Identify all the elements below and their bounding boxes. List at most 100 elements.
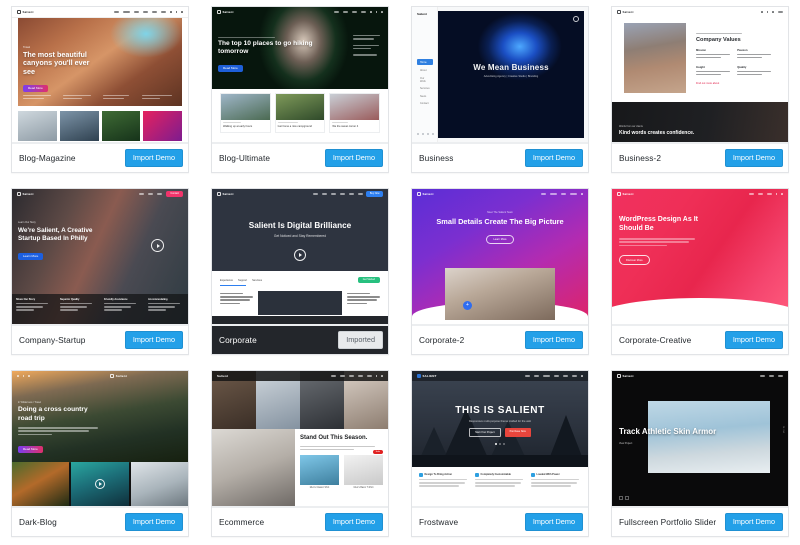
hero-cta-button[interactable]: Learn More <box>18 252 44 260</box>
plus-hotspot-icon[interactable]: + <box>463 301 472 310</box>
demo-card-business-2[interactable]: Salient Company Values Mission Passion I… <box>611 6 789 173</box>
hero-cta-button[interactable]: Read More <box>18 445 43 453</box>
demo-card-business[interactable]: Salient Home About Our Work Services New… <box>411 6 589 173</box>
tab-list[interactable]: Experience Support Services <box>220 279 262 282</box>
linkedin-icon[interactable] <box>431 132 435 135</box>
hero-headline: THIS IS SALIENT <box>455 405 545 416</box>
facebook-icon[interactable] <box>417 132 420 135</box>
hero-cta-button[interactable]: Read More <box>23 85 48 93</box>
post-card[interactable]: Get home a nice campground <box>274 93 326 133</box>
post-title: Get home a nice campground <box>277 125 312 129</box>
preview-nav <box>330 375 383 377</box>
sidebar-nav[interactable]: Home About Our Work Services News Contac… <box>417 59 433 106</box>
import-demo-button[interactable]: Import Demo <box>724 513 783 531</box>
import-demo-button[interactable]: Import Demo <box>124 331 183 349</box>
product-section: Stand Out This Season. Men's Classic Shi… <box>212 429 388 506</box>
import-demo-button[interactable]: Import Demo <box>524 331 583 349</box>
import-demo-button[interactable]: Import Demo <box>724 149 783 167</box>
demo-thumbnail[interactable]: Salient The top 10 places to go hiking t… <box>212 7 388 143</box>
sidebar-item-services[interactable]: Services <box>417 86 433 91</box>
demo-card-frostwave[interactable]: THIS IS SALIENT Responsive multi-purpose… <box>411 370 589 537</box>
import-demo-button[interactable]: Import Demo <box>324 513 383 531</box>
demo-card-dark-blog[interactable]: Salient In Wilderness / Travel Doing a c… <box>11 370 189 537</box>
card-footer: Ecommerce Import Demo <box>212 507 388 536</box>
demo-card-fullscreen-portfolio-slider[interactable]: Salient Track Athletic Skin Armor View P… <box>611 370 789 537</box>
get-started-badge[interactable]: Get Started <box>357 277 380 284</box>
import-demo-button[interactable]: Import Demo <box>124 513 183 531</box>
social-icons[interactable] <box>17 375 30 377</box>
demo-card-corporate-creative[interactable]: Salient WordPress Design As It Should Be… <box>611 188 789 355</box>
hero-side-links <box>353 35 383 57</box>
hero-subhead: Get Noticed and Stay Remembered <box>273 233 327 238</box>
demo-thumbnail[interactable]: Salient Track Athletic Skin Armor View P… <box>612 371 788 507</box>
preview-topbar: Salient <box>212 7 388 17</box>
product-card[interactable]: Men's Classic Shirt <box>300 455 339 489</box>
card-footer: Company-Startup Import Demo <box>12 325 188 354</box>
demo-card-ecommerce[interactable]: Salient Stand Out This Season. Men's Cla… <box>211 370 389 537</box>
demo-title: Company-Startup <box>19 335 86 345</box>
demo-card-corporate[interactable]: Salient Buy Now Salient Is Digital Brill… <box>211 188 389 355</box>
demo-thumbnail[interactable]: Salient Travel The most beautiful canyon… <box>12 7 188 143</box>
play-button-icon[interactable] <box>294 249 306 261</box>
demo-card-blog-ultimate[interactable]: Salient The top 10 places to go hiking t… <box>211 6 389 173</box>
hero-subhead: Responsive multi-purpose theme crafted f… <box>468 419 532 423</box>
tab-support[interactable]: Support <box>238 279 247 282</box>
tab-experience[interactable]: Experience <box>220 279 233 282</box>
sidebar-item-contact[interactable]: Contact <box>417 101 433 106</box>
product-card[interactable]: Sale Men's Basic T-Shirt <box>344 450 383 489</box>
sidebar-item-news[interactable]: News <box>417 94 433 99</box>
demo-title: Business-2 <box>619 153 662 163</box>
next-arrow-icon[interactable] <box>625 496 629 500</box>
play-button-icon[interactable] <box>94 479 105 489</box>
section-link[interactable]: Find out more about <box>696 82 780 85</box>
import-demo-button[interactable]: Import Demo <box>524 513 583 531</box>
preview-sidebar: Salient Home About Our Work Services New… <box>412 7 438 142</box>
prev-arrow-icon[interactable] <box>619 496 623 500</box>
demo-thumbnail[interactable]: Salient Home About Our Work Services New… <box>412 7 588 143</box>
preview-nav <box>748 193 783 195</box>
hero-primary-button[interactable]: Start Your Project <box>469 427 501 437</box>
nav-cta-button[interactable]: Contact <box>166 191 183 197</box>
demo-thumbnail[interactable]: THIS IS SALIENT Responsive multi-purpose… <box>412 371 588 507</box>
testimonial-eyebrow: Words from our clients <box>619 125 643 128</box>
post-card[interactable]: We the sweet corner 4 <box>329 93 381 133</box>
twitter-icon[interactable] <box>421 132 425 135</box>
post-card[interactable]: Walking up at early hours <box>220 93 271 133</box>
hero-cta-button[interactable]: Discover More <box>619 255 650 266</box>
demo-thumbnail[interactable]: Salient In Wilderness / Travel Doing a c… <box>12 371 188 507</box>
hero-eyebrow: Travel <box>23 46 31 49</box>
card-footer: Frostwave Import Demo <box>412 507 588 536</box>
sidebar-item-our-work[interactable]: Our Work <box>417 76 433 84</box>
import-demo-button[interactable]: Import Demo <box>324 149 383 167</box>
instagram-icon[interactable] <box>426 132 430 135</box>
nav-cta-button[interactable]: Buy Now <box>366 191 383 197</box>
import-demo-button[interactable]: Import Demo <box>124 149 183 167</box>
hero-image-canyon: Travel The most beautiful canyons you'll… <box>18 18 182 106</box>
play-button-icon[interactable] <box>151 239 164 252</box>
demo-thumbnail[interactable]: Salient Contact Learn Our Story We're Sa… <box>12 189 188 325</box>
demo-thumbnail[interactable]: Salient Buy Now Salient Is Digital Brill… <box>212 189 388 325</box>
demo-card-corporate-2[interactable]: Salient Meet The Salient Team Small Deta… <box>411 188 589 355</box>
tab-services[interactable]: Services <box>252 279 262 282</box>
demo-card-blog-magazine[interactable]: Salient Travel The most beautiful canyon… <box>11 6 189 173</box>
menu-toggle-icon[interactable] <box>573 16 579 22</box>
demo-thumbnail[interactable]: Salient Stand Out This Season. Men's Cla… <box>212 371 388 507</box>
demo-cell: THIS IS SALIENT Responsive multi-purpose… <box>400 364 600 545</box>
demo-thumbnail[interactable]: Salient Company Values Mission Passion I… <box>612 7 788 143</box>
social-icons[interactable] <box>417 132 435 135</box>
demo-thumbnail[interactable]: Salient WordPress Design As It Should Be… <box>612 189 788 325</box>
card-footer: Blog-Magazine Import Demo <box>12 143 188 172</box>
slider-controls[interactable] <box>619 496 629 500</box>
sidebar-item-home[interactable]: Home <box>417 59 433 65</box>
demo-card-company-startup[interactable]: Salient Contact Learn Our Story We're Sa… <box>11 188 189 355</box>
preview-topbar: Salient <box>12 371 188 381</box>
content-section: Experience Support Services Get Started <box>212 271 388 324</box>
hero-cta-button[interactable]: Read More <box>218 64 243 72</box>
import-demo-button[interactable]: Import Demo <box>524 149 583 167</box>
sidebar-item-about[interactable]: About <box>417 68 433 73</box>
hero-cta-button[interactable]: Learn More <box>486 234 514 244</box>
hero-secondary-button[interactable]: Purchase Now <box>504 427 531 437</box>
import-demo-button[interactable]: Import Demo <box>724 331 783 349</box>
slider-dots[interactable] <box>412 442 588 445</box>
demo-thumbnail[interactable]: Salient Meet The Salient Team Small Deta… <box>412 189 588 325</box>
